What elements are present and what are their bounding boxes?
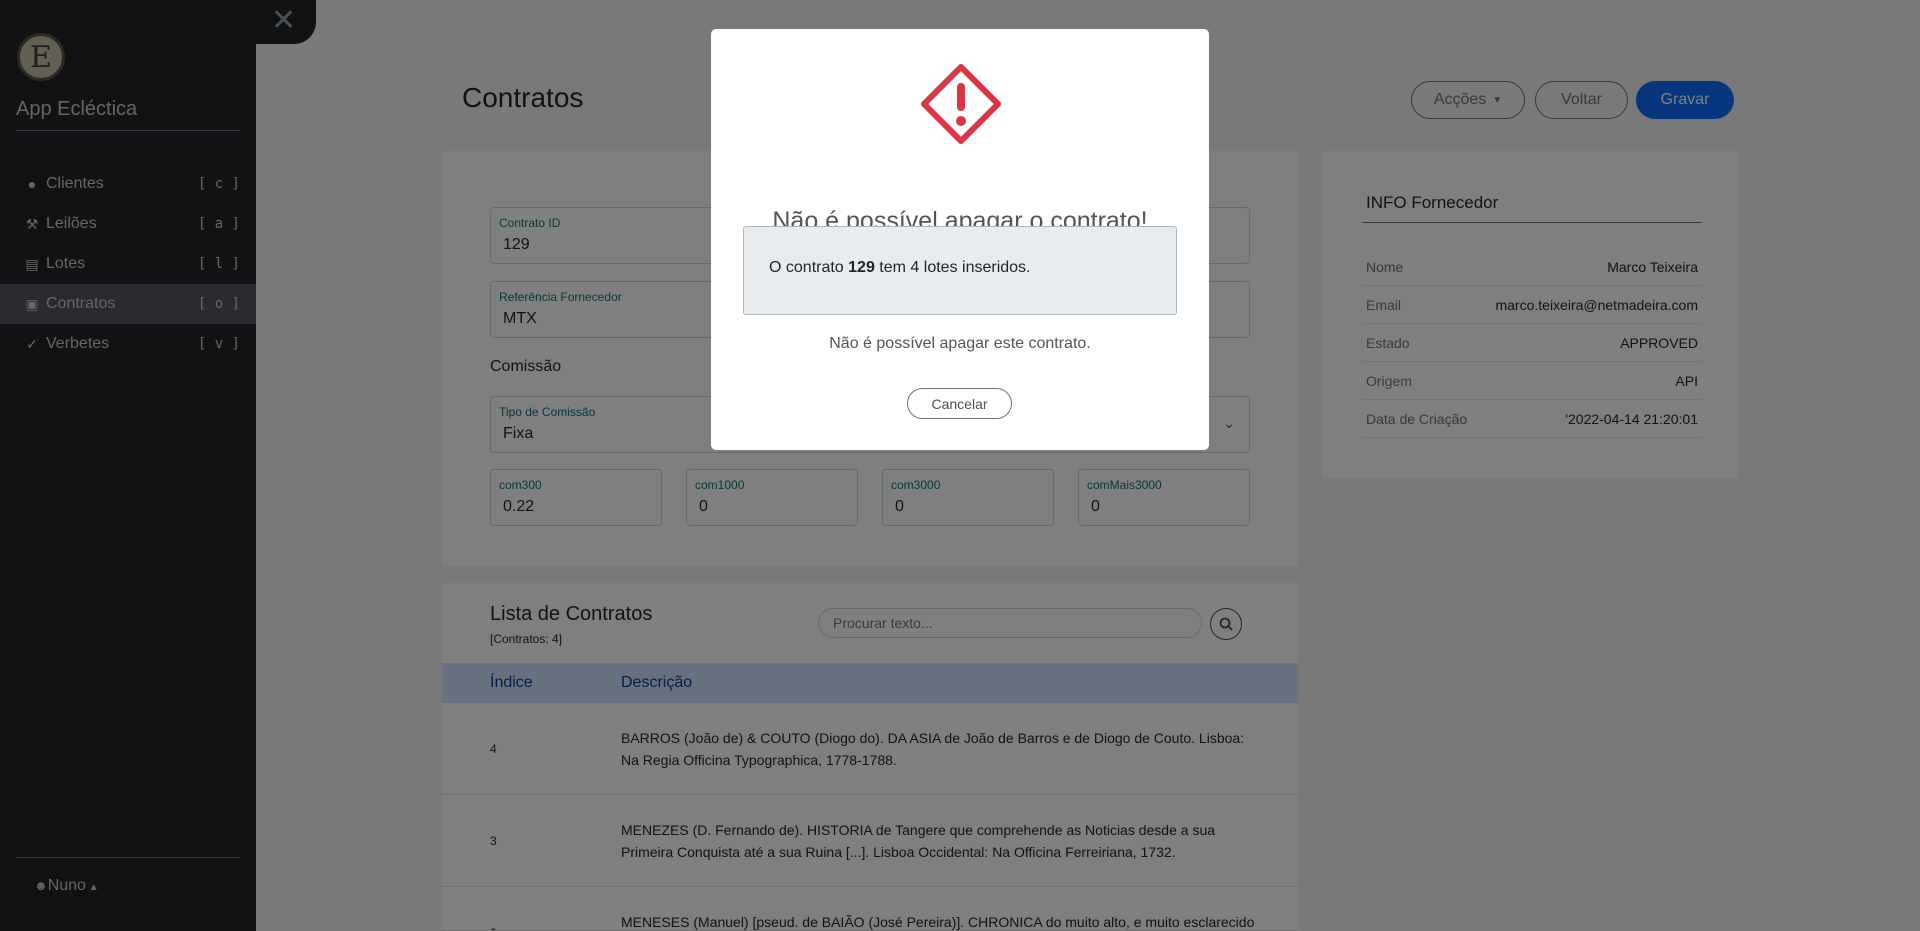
cancel-button[interactable]: Cancelar	[907, 388, 1012, 419]
warning-diamond-icon	[921, 64, 1001, 144]
modal-subtext: Não é possível apagar este contrato.	[829, 335, 1091, 352]
modal-message-prefix: O contrato	[769, 259, 849, 276]
modal-message-contract-id: 129	[848, 259, 875, 276]
modal-message-box: O contrato 129 tem 4 lotes inseridos.	[743, 226, 1177, 315]
delete-error-modal: Não é possível apagar o contrato! O cont…	[711, 29, 1209, 450]
modal-message-suffix: tem 4 lotes inseridos.	[874, 259, 1031, 276]
